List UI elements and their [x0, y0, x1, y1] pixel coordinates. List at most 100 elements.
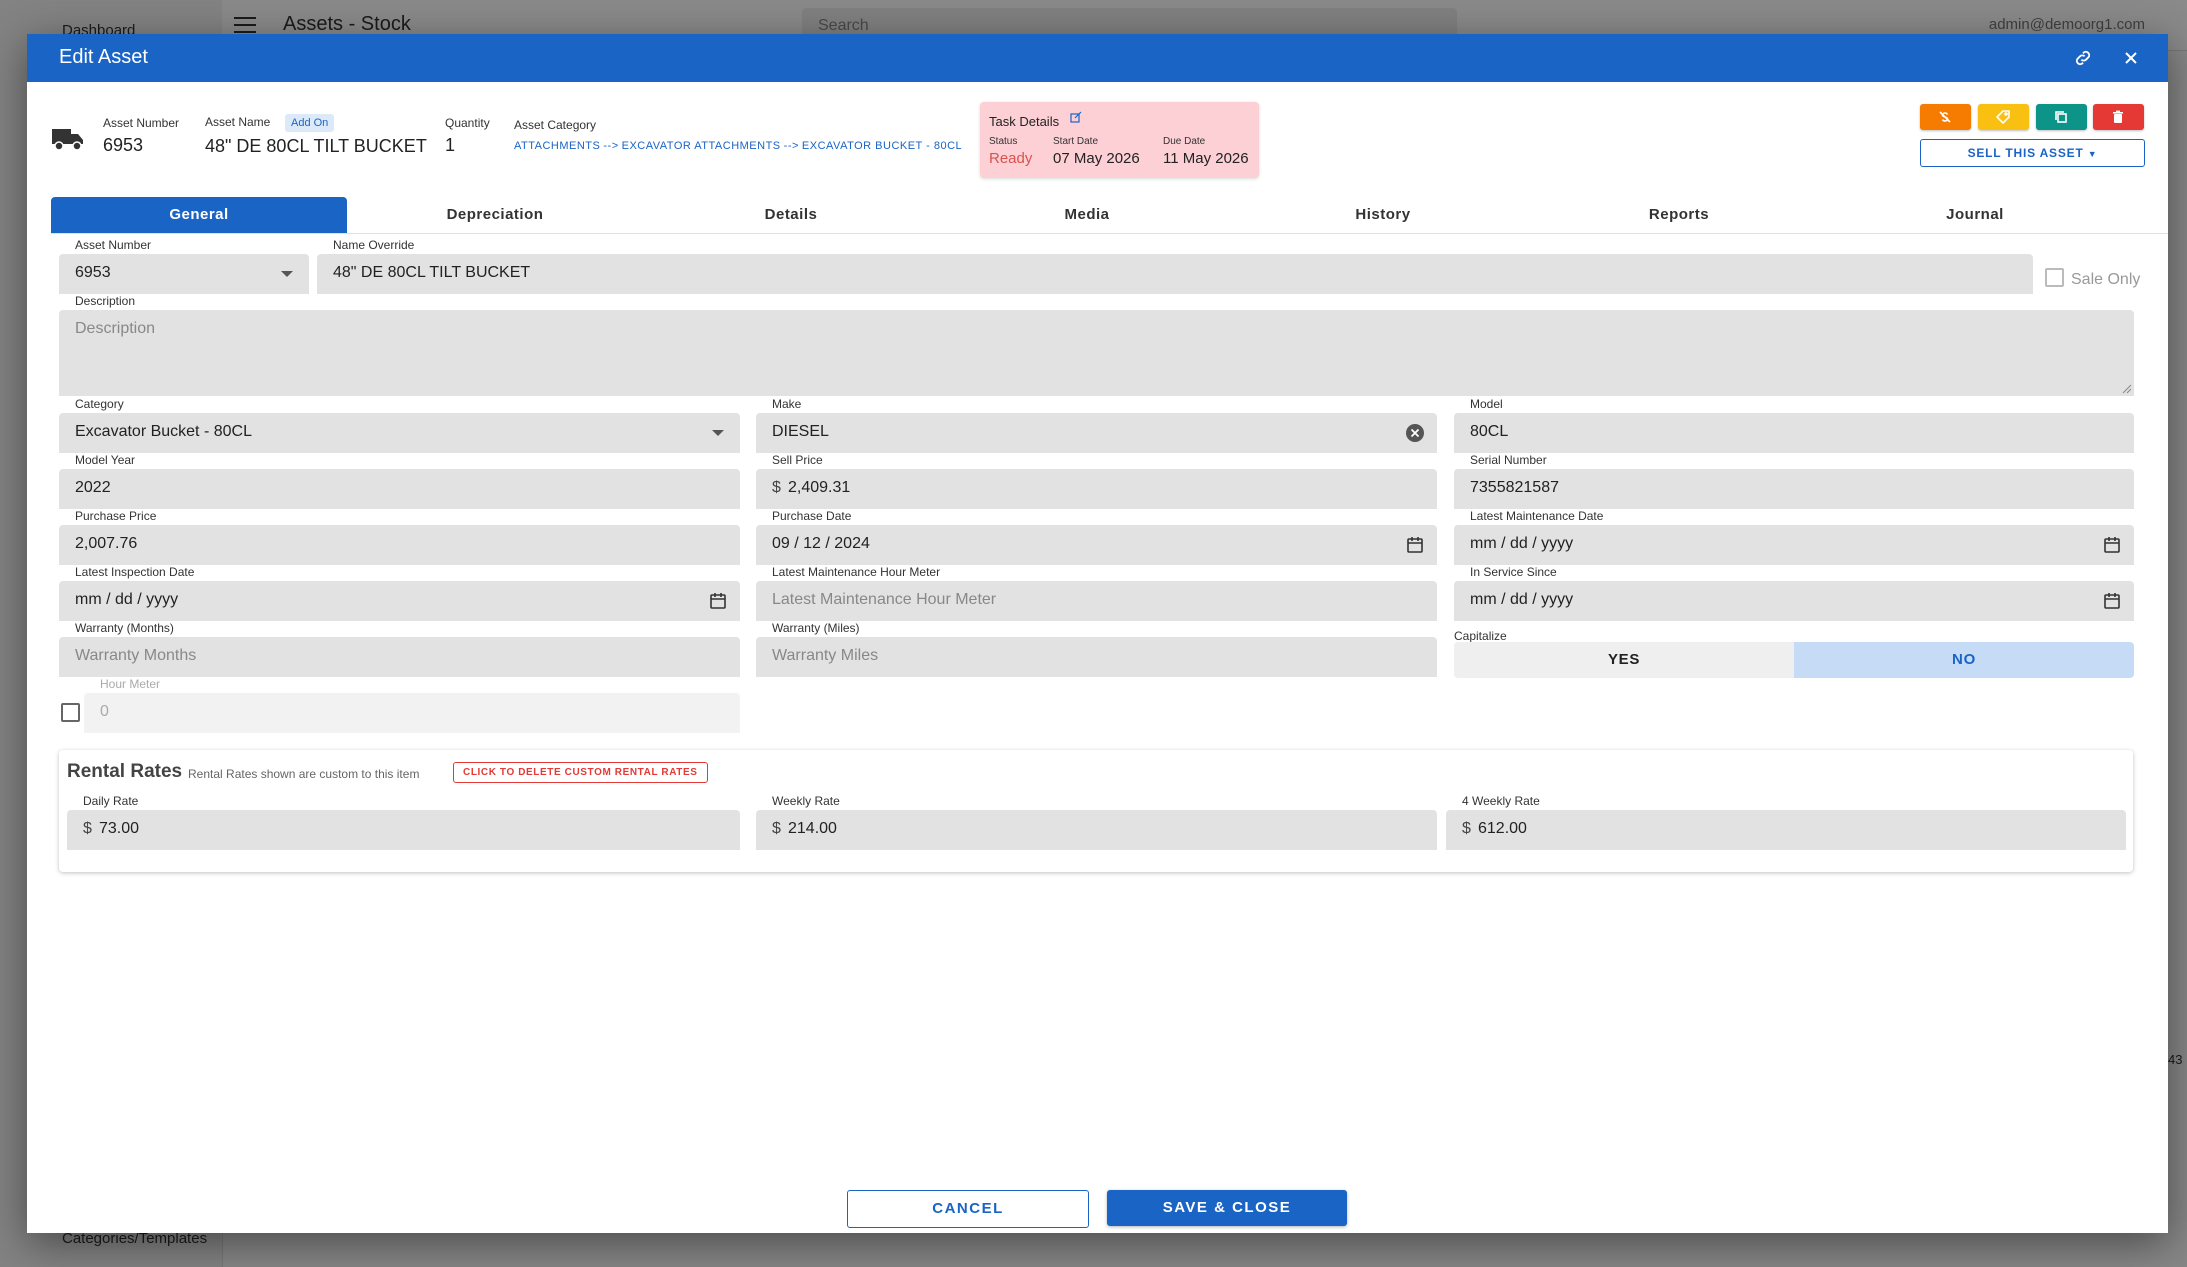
asset-name-value: 48" DE 80CL TILT BUCKET	[205, 136, 427, 156]
model-year-input[interactable]: Model Year 2022	[59, 453, 740, 509]
chevron-down-icon	[712, 430, 724, 436]
field-value: 2,007.76	[75, 535, 138, 552]
breadcrumb-item[interactable]: EXCAVATOR ATTACHMENTS	[622, 140, 781, 152]
field-value: 7355821587	[1470, 479, 1559, 496]
task-due-label: Due Date	[1163, 136, 1206, 147]
quantity-label: Quantity	[445, 116, 490, 130]
purchase-date-input[interactable]: Purchase Date 09 / 12 / 2024	[756, 509, 1437, 565]
breadcrumb-item[interactable]: EXCAVATOR BUCKET - 80CL	[802, 140, 962, 152]
weekly-rate-input[interactable]: Weekly Rate $ 214.00	[756, 794, 1437, 850]
tab-general[interactable]: General	[51, 197, 347, 233]
copy-button[interactable]	[2036, 104, 2087, 130]
field-label: Latest Inspection Date	[75, 565, 195, 579]
sell-this-asset-button[interactable]: SELL THIS ASSET ▼	[1920, 139, 2145, 167]
save-and-close-button[interactable]: SAVE & CLOSE	[1107, 1190, 1347, 1226]
asset-name-label: Asset Name	[205, 115, 271, 129]
calendar-icon[interactable]	[2102, 591, 2122, 611]
field-label: Purchase Date	[772, 509, 852, 523]
link-icon[interactable]	[2069, 44, 2097, 72]
task-details-title: Task Details	[989, 114, 1060, 129]
calendar-icon[interactable]	[2102, 535, 2122, 555]
sale-only-checkbox[interactable]: Sale Only	[2045, 268, 2140, 289]
field-value: 48" DE 80CL TILT BUCKET	[333, 264, 531, 281]
task-start-label: Start Date	[1053, 136, 1099, 147]
money-off-icon	[1939, 111, 1951, 123]
tag-button[interactable]	[1978, 104, 2029, 130]
field-value: mm / dd / yyyy	[1470, 591, 1574, 608]
field-label: Asset Number	[75, 238, 152, 252]
latest-maintenance-hour-meter-input[interactable]: Latest Maintenance Hour Meter Latest Mai…	[756, 565, 1437, 621]
description-textarea[interactable]: Description Description	[59, 294, 2134, 396]
asset-category-label: Asset Category	[514, 118, 597, 132]
field-value: 80CL	[1470, 423, 1509, 440]
money-off-button[interactable]	[1920, 104, 1971, 130]
clear-icon[interactable]	[1405, 423, 1425, 443]
trash-icon	[2113, 110, 2123, 123]
field-placeholder: Latest Maintenance Hour Meter	[772, 591, 997, 608]
asset-number-select[interactable]: Asset Number 6953	[59, 238, 309, 294]
tab-details[interactable]: Details	[643, 197, 939, 233]
field-placeholder: Description	[75, 320, 156, 337]
tab-reports[interactable]: Reports	[1531, 197, 1827, 233]
field-placeholder: Warranty Miles	[772, 647, 879, 664]
hour-meter-checkbox[interactable]	[61, 703, 80, 722]
make-input[interactable]: Make DIESEL	[756, 397, 1437, 453]
field-label: Model Year	[75, 453, 136, 467]
four-weekly-rate-input[interactable]: 4 Weekly Rate $ 612.00	[1446, 794, 2126, 850]
currency-symbol: $	[83, 820, 92, 837]
name-override-input[interactable]: Name Override 48" DE 80CL TILT BUCKET	[317, 238, 2033, 294]
serial-number-input[interactable]: Serial Number 7355821587	[1454, 453, 2134, 509]
currency-symbol: $	[1462, 820, 1471, 837]
cancel-button[interactable]: CANCEL	[847, 1190, 1089, 1228]
field-value: 2,409.31	[788, 479, 851, 496]
task-details-card: Task Details Status Ready Start Date 07 …	[980, 102, 1259, 178]
copy-icon	[2055, 111, 2067, 123]
in-service-since-input[interactable]: In Service Since mm / dd / yyyy	[1454, 565, 2134, 621]
field-label: Daily Rate	[83, 794, 139, 808]
delete-custom-rates-button[interactable]: CLICK TO DELETE CUSTOM RENTAL RATES	[453, 762, 708, 783]
tab-journal[interactable]: Journal	[1827, 197, 2123, 233]
field-value: 0	[100, 703, 109, 720]
sell-price-input[interactable]: Sell Price $ 2,409.31	[756, 453, 1437, 509]
breadcrumb-separator: -->	[783, 140, 799, 152]
tab-bar: General Depreciation Details Media Histo…	[51, 197, 2168, 234]
warranty-months-input[interactable]: Warranty (Months) Warranty Months	[59, 621, 740, 677]
purchase-price-input[interactable]: Purchase Price 2,007.76	[59, 509, 740, 565]
field-value: 2022	[75, 479, 111, 496]
chevron-down-icon	[281, 271, 293, 277]
field-label: Latest Maintenance Date	[1470, 509, 1604, 523]
latest-maintenance-date-input[interactable]: Latest Maintenance Date mm / dd / yyyy	[1454, 509, 2134, 565]
edit-icon[interactable]	[1070, 111, 1082, 123]
task-due-value: 11 May 2026	[1163, 150, 1249, 167]
hour-meter-input: Hour Meter 0	[84, 677, 740, 733]
category-select[interactable]: Category Excavator Bucket - 80CL	[59, 397, 740, 453]
capitalize-yes-toggle[interactable]: YES	[1454, 642, 1794, 678]
edit-asset-dialog: Edit Asset Asset Number 6953 Asset Name …	[27, 34, 2168, 1233]
field-value: mm / dd / yyyy	[1470, 535, 1574, 552]
model-input[interactable]: Model 80CL	[1454, 397, 2134, 453]
breadcrumb-item[interactable]: ATTACHMENTS	[514, 140, 600, 152]
resize-handle-icon[interactable]	[2122, 384, 2132, 394]
tab-depreciation[interactable]: Depreciation	[347, 197, 643, 233]
tab-media[interactable]: Media	[939, 197, 1235, 233]
field-label: In Service Since	[1470, 565, 1557, 579]
delete-button[interactable]	[2093, 104, 2144, 130]
close-icon[interactable]	[2117, 44, 2145, 72]
caret-down-icon: ▼	[2087, 149, 2098, 159]
calendar-icon[interactable]	[1405, 535, 1425, 555]
calendar-icon[interactable]	[708, 591, 728, 611]
field-label: Warranty (Miles)	[772, 621, 860, 635]
capitalize-no-toggle[interactable]: NO	[1794, 642, 2134, 678]
daily-rate-input[interactable]: Daily Rate $ 73.00	[67, 794, 740, 850]
warranty-miles-input[interactable]: Warranty (Miles) Warranty Miles	[756, 621, 1437, 677]
latest-inspection-date-input[interactable]: Latest Inspection Date mm / dd / yyyy	[59, 565, 740, 621]
field-label: Serial Number	[1470, 453, 1547, 467]
sale-only-label: Sale Only	[2071, 271, 2141, 288]
field-value: 73.00	[99, 820, 140, 837]
tab-history[interactable]: History	[1235, 197, 1531, 233]
field-label: Make	[772, 397, 802, 411]
quantity-value: 1	[445, 135, 456, 155]
sell-button-label: SELL THIS ASSET	[1967, 146, 2084, 160]
breadcrumb-separator: -->	[603, 140, 619, 152]
field-value: 612.00	[1478, 820, 1527, 837]
